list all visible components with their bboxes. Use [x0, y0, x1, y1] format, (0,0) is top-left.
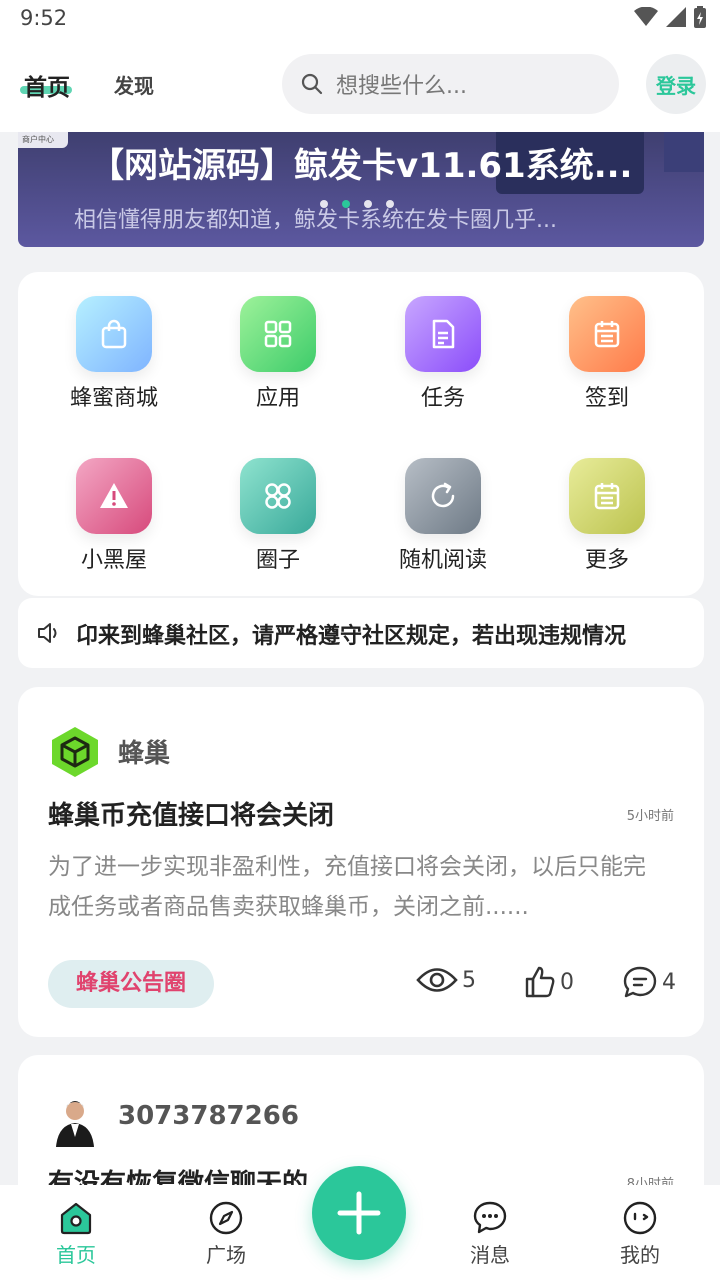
banner-carousel[interactable]: 商户中心 【网站源码】鲸发卡v11.61系统... 相信懂得朋友都知道，鲸发卡系… — [18, 132, 704, 247]
search-bar[interactable]: 想搜些什么... — [282, 54, 619, 114]
carousel-dot[interactable] — [320, 200, 328, 208]
thumbs-up-icon — [525, 966, 555, 998]
comment-button[interactable]: 4 — [622, 965, 676, 999]
grid-label: 小黑屋 — [80, 548, 147, 573]
apps-icon — [240, 296, 316, 372]
view-count-value: 5 — [462, 967, 476, 993]
tabbar-label: 首页 — [56, 1243, 96, 1267]
carousel-dots — [320, 200, 394, 208]
wifi-icon — [634, 7, 658, 26]
signal-icon — [666, 7, 686, 27]
home-icon — [57, 1199, 95, 1237]
tabbar-profile[interactable]: 我的 — [600, 1199, 680, 1268]
calendar-icon — [569, 296, 645, 372]
post-card[interactable]: 蜂巢 蜂巢币充值接口将会关闭 5小时前 为了进一步实现非盈利性，充值接口将会关闭… — [18, 687, 704, 1037]
tab-discover[interactable]: 发现 — [114, 70, 154, 99]
search-icon — [301, 73, 323, 95]
banner-title: 【网站源码】鲸发卡v11.61系统... — [90, 146, 633, 186]
comment-icon — [623, 966, 657, 998]
grid-label: 圈子 — [255, 548, 300, 573]
like-button[interactable]: 0 — [524, 965, 574, 999]
grid-label: 应用 — [255, 386, 300, 411]
hive-logo-avatar[interactable] — [48, 725, 102, 779]
post-title[interactable]: 蜂巢币充值接口将会关闭 — [48, 795, 334, 832]
tabbar-messages[interactable]: 消息 — [450, 1199, 530, 1268]
banner-corner-label: 商户中心 — [18, 132, 68, 148]
tabbar-label: 消息 — [470, 1243, 510, 1267]
tabbar-plaza[interactable]: 广场 — [186, 1199, 266, 1268]
tabbar-home[interactable]: 首页 — [36, 1199, 116, 1268]
post-excerpt: 为了进一步实现非盈利性，充值接口将会关闭，以后只能完成任务或者商品售卖获取蜂巢币… — [48, 854, 646, 920]
smiley-icon — [621, 1199, 659, 1237]
grid-label: 蜂蜜商城 — [69, 386, 158, 411]
post-time: 5小时前 — [626, 809, 674, 824]
status-time: 9:52 — [20, 6, 68, 30]
grid-item-shop[interactable]: 蜂蜜商城 — [34, 296, 194, 436]
grid-item-random-read[interactable]: 随机阅读 — [363, 458, 523, 598]
carousel-dot[interactable] — [386, 200, 394, 208]
carousel-dot-active[interactable] — [342, 200, 350, 208]
like-count-value: 0 — [560, 969, 574, 995]
post-tag[interactable]: 蜂巢公告圈 — [48, 960, 215, 1008]
view-count: 5 — [416, 965, 476, 995]
post-author[interactable]: 蜂巢 — [118, 733, 170, 770]
banner-subtitle: 相信懂得朋友都知道，鲸发卡系统在发卡圈几乎... — [74, 208, 557, 233]
grid-label: 随机阅读 — [398, 548, 487, 573]
comment-count-value: 4 — [662, 969, 676, 995]
add-post-button[interactable] — [312, 1166, 406, 1260]
plus-icon — [337, 1191, 381, 1235]
circles-icon — [240, 458, 316, 534]
speaker-icon — [38, 623, 57, 643]
banner-image-preview-2 — [664, 132, 704, 172]
notice-bar[interactable]: 卬来到蜂巢社区，请严格遵守社区规定，若出现违规情况 — [18, 598, 704, 668]
grid-item-checkin[interactable]: 签到 — [527, 296, 687, 436]
grid-label: 任务 — [420, 386, 465, 411]
grid-label: 签到 — [584, 386, 629, 411]
notice-text: 卬来到蜂巢社区，请严格遵守社区规定，若出现违规情况 — [76, 624, 627, 649]
status-bar: 9:52 — [0, 0, 720, 40]
top-header: 首页 发现 想搜些什么... 登录 — [0, 40, 720, 132]
chat-icon — [471, 1199, 509, 1237]
quick-actions-card: 蜂蜜商城 应用 任务 签到 小黑屋 圈子 随机阅读 更多 — [18, 272, 704, 596]
list-icon — [569, 458, 645, 534]
eye-icon — [416, 968, 458, 992]
grid-label: 更多 — [584, 548, 629, 573]
status-icons — [634, 6, 706, 28]
warning-icon — [76, 458, 152, 534]
grid-item-apps[interactable]: 应用 — [198, 296, 358, 436]
grid-item-tasks[interactable]: 任务 — [363, 296, 523, 436]
tab-home[interactable]: 首页 — [24, 68, 70, 102]
search-placeholder: 想搜些什么... — [336, 74, 467, 99]
login-button[interactable]: 登录 — [646, 54, 706, 114]
battery-icon — [694, 6, 706, 28]
bag-icon — [76, 296, 152, 372]
carousel-dot[interactable] — [364, 200, 372, 208]
tabbar-label: 我的 — [620, 1243, 660, 1267]
tabbar-label: 广场 — [206, 1243, 246, 1267]
post-author[interactable]: 3073787266 — [118, 1101, 299, 1131]
user-avatar[interactable] — [48, 1093, 102, 1147]
compass-icon — [207, 1199, 245, 1237]
grid-item-circles[interactable]: 圈子 — [198, 458, 358, 598]
document-icon — [405, 296, 481, 372]
refresh-icon — [405, 458, 481, 534]
grid-item-more[interactable]: 更多 — [527, 458, 687, 598]
grid-item-blackroom[interactable]: 小黑屋 — [34, 458, 194, 598]
